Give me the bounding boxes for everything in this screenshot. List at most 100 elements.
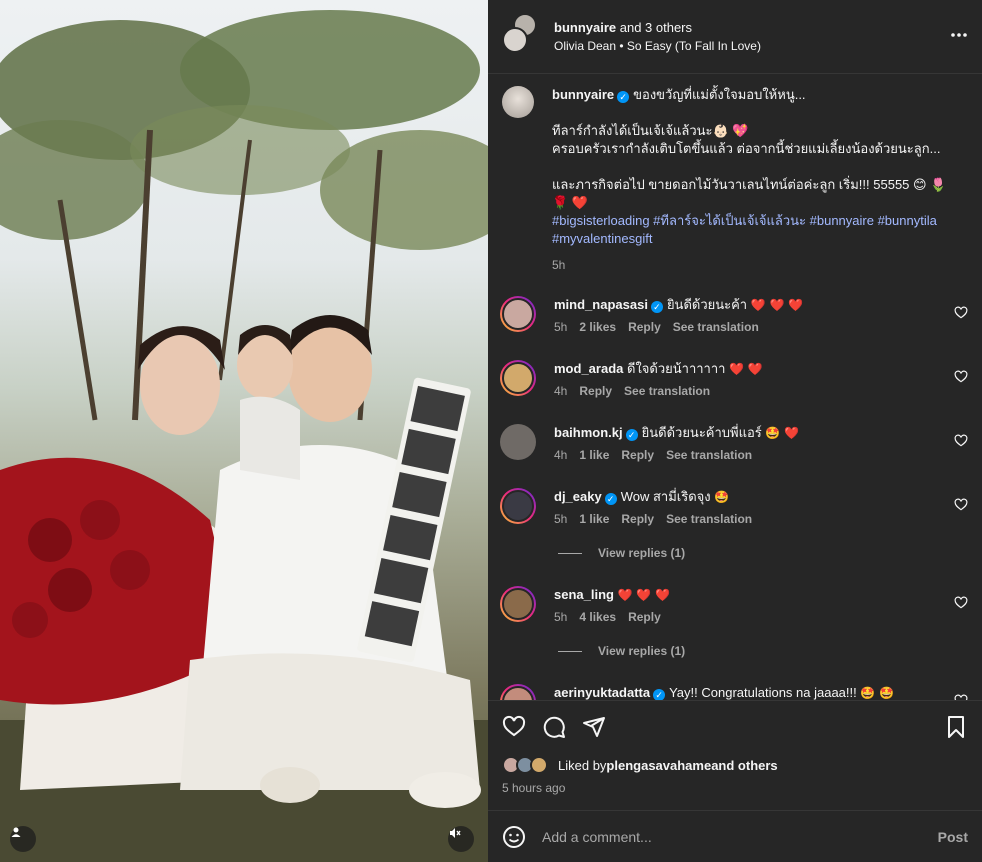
likes-summary: Liked by plengasavahame and others: [502, 755, 968, 775]
comment-username[interactable]: sena_ling: [554, 587, 614, 602]
header-music[interactable]: Olivia Dean • So Easy (To Fall In Love): [554, 39, 761, 53]
comment-time[interactable]: 5h: [554, 610, 567, 624]
comment-body: dj_eaky ✓ Wow สามี่เริดจุง 🤩 5h 1 like Reply S…: [554, 488, 968, 526]
comment-username[interactable]: mind_napasasi: [554, 297, 648, 312]
likes-user[interactable]: plengasavahame: [606, 758, 711, 773]
tagged-users-button[interactable]: [10, 826, 36, 852]
comment-item: aerinyuktadatta ✓ Yay!! Congratulations na…: [500, 684, 968, 700]
reply-button[interactable]: Reply: [621, 512, 654, 526]
comment-item: mod_arada ดีใจด้วยน้าาาาาา ❤️ ❤️ 4h Reply S…: [500, 360, 968, 398]
comments-scroll-area[interactable]: bunnyaire ✓ ของขวัญที่แม่ตั้งใจมอบให้หนู..…: [488, 74, 982, 700]
post-header: bunnyaire and 3 others Olivia Dean • So …: [488, 0, 982, 74]
avatar[interactable]: [500, 488, 536, 524]
avatar[interactable]: [500, 684, 536, 700]
comment-time[interactable]: 5h: [554, 320, 567, 334]
avatar-image: [502, 686, 534, 700]
avatar[interactable]: [500, 424, 536, 460]
comment-username[interactable]: mod_arada: [554, 361, 623, 376]
comment-like-heart-icon[interactable]: [954, 498, 968, 512]
share-button[interactable]: [582, 715, 606, 739]
like-button[interactable]: [502, 715, 526, 739]
avatar: [530, 756, 548, 774]
comment-input[interactable]: [542, 828, 938, 845]
comment-likes[interactable]: 1 like: [579, 512, 609, 526]
view-replies-label: View replies (1): [598, 644, 686, 658]
caption-paragraph-2: ทีลาร์กำลังได้เป็นเจ้เจ้แล้วนะ👶🏻 💖 ครอบค…: [552, 122, 968, 158]
comment-composer: Post: [488, 810, 982, 862]
reply-button[interactable]: Reply: [579, 384, 612, 398]
comment-time[interactable]: 4h: [554, 448, 567, 462]
comment-like-heart-icon[interactable]: [954, 596, 968, 610]
comment-meta: 4h 1 like Reply See translation: [554, 448, 968, 462]
see-translation-button[interactable]: See translation: [666, 448, 752, 462]
likes-suffix[interactable]: and others: [711, 758, 777, 773]
caption-hashtags[interactable]: #bigsisterloading #ทีลาร์จะได้เป็นเจ้เจ้…: [552, 212, 968, 248]
view-replies-label: View replies (1): [598, 546, 686, 560]
emoji-button[interactable]: [502, 825, 526, 849]
see-translation-button[interactable]: See translation: [666, 512, 752, 526]
post-button[interactable]: Post: [938, 829, 968, 845]
view-replies-button[interactable]: View replies (1): [558, 546, 968, 560]
avatar[interactable]: [500, 586, 536, 622]
header-text: bunnyaire and 3 others Olivia Dean • So …: [554, 20, 761, 53]
comment-time[interactable]: 5h: [554, 512, 567, 526]
actions-area: Liked by plengasavahame and others 5 hou…: [488, 700, 982, 810]
post-time-ago[interactable]: 5 hours ago: [502, 781, 968, 795]
comment-button[interactable]: [542, 715, 566, 739]
avatar-image: [502, 588, 534, 620]
comment-emoji: ❤️ ❤️ ❤️: [617, 588, 671, 602]
likers-avatars[interactable]: [502, 755, 554, 775]
comment-likes[interactable]: 1 like: [579, 448, 609, 462]
avatar[interactable]: [500, 296, 536, 332]
comment-item: baihmon.kj ✓ ยินดีด้วยนะค้าบพี่แอร์ 🤩 ❤️ 4h…: [500, 424, 968, 462]
comment-text: ยินดีด้วยนะค้าบพี่แอร์: [641, 425, 762, 440]
mute-button[interactable]: [448, 826, 474, 852]
avatar[interactable]: [500, 360, 536, 396]
more-horizontal-icon: [951, 33, 967, 37]
save-button[interactable]: [944, 715, 968, 739]
comment-body: mind_napasasi ✓ ยินดีด้วยนะค้า ❤️ ❤️ ❤️ 5h 2…: [554, 296, 968, 334]
photo-illustration: [0, 10, 488, 862]
comment-like-heart-icon[interactable]: [954, 306, 968, 320]
verified-icon: ✓: [604, 493, 617, 505]
comment-text-line: mod_arada ดีใจด้วยน้าาาาาา ❤️ ❤️: [554, 360, 968, 378]
comment-emoji: ❤️ ❤️ ❤️: [750, 298, 804, 312]
view-replies-button[interactable]: View replies (1): [558, 644, 968, 658]
caption-first-line: bunnyaire ✓ ของขวัญที่แม่ตั้งใจมอบให้หนู..…: [552, 86, 968, 104]
reply-button[interactable]: Reply: [621, 448, 654, 462]
comment-meta: 5h 4 likes Reply: [554, 610, 968, 624]
avatar[interactable]: [502, 86, 534, 118]
emoji-icon: [503, 825, 525, 848]
comment-username[interactable]: aerinyuktadatta: [554, 685, 650, 700]
comment-time[interactable]: 4h: [554, 384, 567, 398]
comment-like-heart-icon[interactable]: [954, 370, 968, 384]
post-photo[interactable]: [0, 0, 488, 862]
header-username[interactable]: bunnyaire: [554, 20, 616, 35]
verified-icon: ✓: [625, 429, 638, 441]
collab-avatars[interactable]: [502, 12, 538, 55]
comment-likes[interactable]: 4 likes: [579, 610, 616, 624]
caption-username[interactable]: bunnyaire: [552, 87, 614, 102]
comment-likes[interactable]: 2 likes: [579, 320, 616, 334]
see-translation-button[interactable]: See translation: [673, 320, 759, 334]
see-translation-button[interactable]: See translation: [624, 384, 710, 398]
comment-text-line: dj_eaky ✓ Wow สามี่เริดจุง 🤩: [554, 488, 968, 506]
comment-text: Yay!! Congratulations na jaaaa!!!: [669, 685, 857, 700]
comment-like-heart-icon[interactable]: [954, 434, 968, 448]
reply-button[interactable]: Reply: [628, 610, 661, 624]
header-and-others[interactable]: and 3 others: [616, 20, 692, 35]
more-options-button[interactable]: [950, 22, 968, 42]
comment-text: ยินดีด้วยนะค้า: [666, 297, 748, 312]
reply-button[interactable]: Reply: [628, 320, 661, 334]
caption-body: bunnyaire ✓ ของขวัญที่แม่ตั้งใจมอบให้หนู..…: [552, 86, 968, 274]
comment-text: ดีใจด้วยน้าาาาาา: [627, 361, 726, 376]
comment-like-heart-icon[interactable]: [954, 694, 968, 700]
comment-meta: 5h 1 like Reply See translation: [554, 512, 968, 526]
avatar-image: [500, 424, 536, 460]
comment-username[interactable]: baihmon.kj: [554, 425, 623, 440]
caption-time[interactable]: 5h: [552, 256, 968, 274]
verified-icon: ✓: [650, 301, 663, 313]
comment-username[interactable]: dj_eaky: [554, 489, 602, 504]
comment-emoji: ❤️ ❤️: [729, 362, 763, 376]
comment-emoji: 🤩 ❤️: [765, 426, 800, 440]
